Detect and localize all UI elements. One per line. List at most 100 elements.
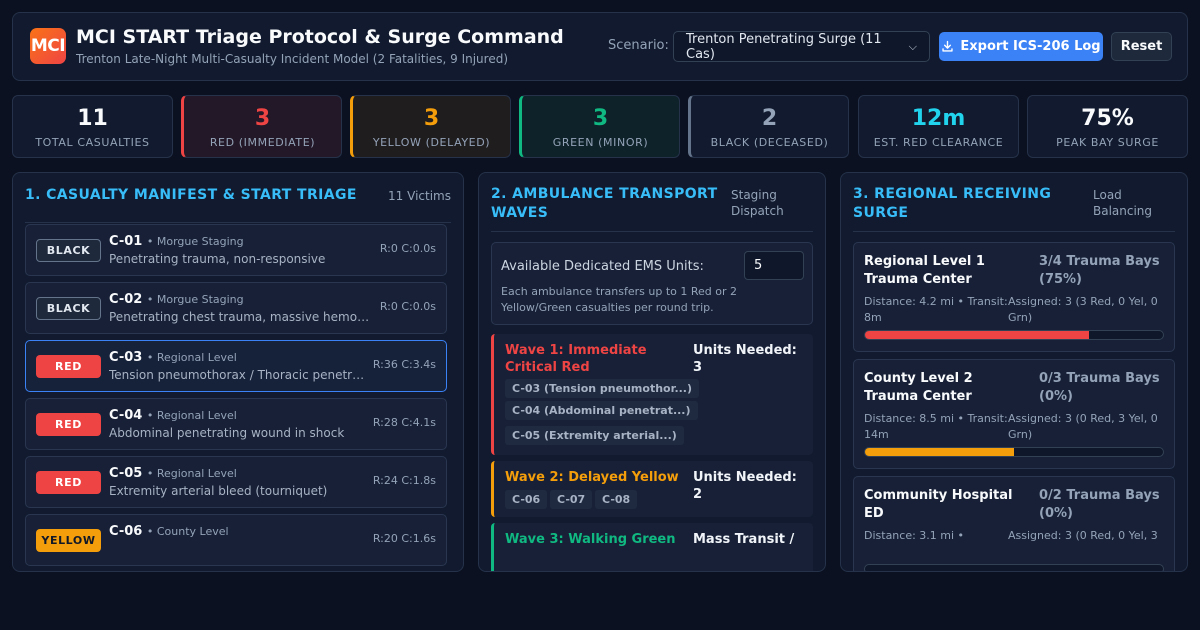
casualty-id: C-02 • Morgue Staging	[109, 292, 244, 307]
stat-label: YELLOW (DELAYED)	[372, 136, 491, 149]
scenario-label: Scenario:	[608, 38, 669, 53]
triage-tag: RED	[36, 413, 101, 436]
export-button-label: Export ICS-206 Log	[960, 39, 1101, 54]
casualty-row[interactable]: YELLOW C-06 • County Level R:20 C:1.6s	[25, 514, 447, 566]
casualty-id: C-04 • Regional Level	[109, 408, 237, 423]
panel-header: 1. CASUALTY MANIFEST & START TRIAGE 11 V…	[25, 183, 451, 223]
facility-name: Community Hospital ED	[864, 488, 1013, 521]
facility-distance: Distance: 3.1 mi •	[864, 529, 965, 542]
panel-header: 2. AMBULANCE TRANSPORT WAVES Staging Dis…	[491, 183, 813, 232]
export-ics206-button[interactable]: Export ICS-206 Log	[939, 32, 1103, 61]
stat-value: 12m	[911, 106, 966, 131]
stat-label: EST. RED CLEARANCE	[873, 136, 1004, 149]
facility-load-bar	[864, 330, 1164, 340]
ambulance-transport-panel: 2. AMBULANCE TRANSPORT WAVES Staging Dis…	[478, 172, 826, 572]
load-bar-fill	[865, 448, 1014, 456]
transport-wave-3: Wave 3: Walking Green Mass Transit /	[491, 523, 813, 571]
stat-total-casualties: 11 TOTAL CASUALTIES	[12, 95, 173, 158]
scenario-select-value: Trenton Penetrating Surge (11 Cas)	[686, 31, 882, 62]
facility-name: Regional Level 1 Trauma Center	[864, 254, 985, 287]
facility-name: County Level 2 Trauma Center	[864, 371, 973, 404]
casualty-vitals: R:28 C:4.1s	[372, 416, 436, 429]
wave-casualty-chip[interactable]: C-08	[595, 490, 638, 509]
facility-assigned: Assigned: 3 (3 Red, 0 Yel, 0 Grn)	[1008, 295, 1158, 324]
casualty-description: Tension pneumothorax / Thoracic penetrat…	[109, 368, 371, 382]
stat-label: RED (IMMEDIATE)	[209, 136, 316, 149]
casualty-vitals: R:24 C:1.8s	[372, 474, 436, 487]
casualty-description: Abdominal penetrating wound in shock	[109, 426, 345, 440]
facility-card[interactable]: County Level 2 Trauma Center 0/3 Trauma …	[853, 359, 1175, 469]
wave-units-needed: Units Needed: 3	[693, 343, 797, 375]
casualty-description: Penetrating trauma, non-responsive	[109, 252, 326, 266]
panel-header: 3. REGIONAL RECEIVING SURGE Load Balanci…	[853, 183, 1175, 232]
victim-count: 11 Victims	[388, 189, 451, 203]
wave-casualty-chip[interactable]: C-05 (Extremity arterial...)	[505, 426, 684, 445]
casualty-vitals: R:20 C:1.6s	[372, 532, 436, 545]
casualty-location: • Regional Level	[146, 409, 237, 422]
stat-value: 3	[592, 106, 609, 131]
app-header: MCI MCI START Triage Protocol & Surge Co…	[12, 12, 1188, 81]
stat-label: PEAK BAY SURGE	[1056, 136, 1159, 149]
regional-surge-panel: 3. REGIONAL RECEIVING SURGE Load Balanci…	[840, 172, 1188, 572]
app-subtitle: Trenton Late-Night Multi-Casualty Incide…	[76, 52, 509, 66]
app-title: MCI START Triage Protocol & Surge Comman…	[76, 26, 564, 48]
casualty-location: • Morgue Staging	[146, 293, 244, 306]
wave-casualty-chip[interactable]: C-06	[505, 490, 548, 509]
casualty-location: • Regional Level	[146, 467, 237, 480]
stat-yellow-delayed: 3 YELLOW (DELAYED)	[350, 95, 511, 158]
wave-casualty-chip[interactable]: C-04 (Abdominal penetrat...)	[505, 401, 698, 420]
wave-name: Wave 1: Immediate Critical Red	[505, 343, 647, 375]
casualty-row-selected[interactable]: RED C-03 • Regional Level Tension pneumo…	[25, 340, 447, 392]
casualty-description: Penetrating chest trauma, massive hemorr…	[109, 310, 371, 324]
panel-title: 2. AMBULANCE TRANSPORT WAVES	[491, 186, 718, 221]
casualty-location: • Regional Level	[146, 351, 237, 364]
facility-load-bar	[864, 447, 1164, 457]
casualty-manifest-panel: 1. CASUALTY MANIFEST & START TRIAGE 11 V…	[12, 172, 464, 572]
wave-name: Wave 3: Walking Green	[505, 532, 676, 547]
facility-assigned: Assigned: 3 (0 Red, 3 Yel, 0 Grn)	[1008, 412, 1158, 441]
triage-tag: RED	[36, 355, 101, 378]
ems-units-input[interactable]: 5	[744, 251, 804, 280]
facility-distance: Distance: 4.2 mi • Transit: 8m	[864, 295, 1008, 324]
casualty-row[interactable]: BLACK C-02 • Morgue Staging Penetrating …	[25, 282, 447, 334]
facility-bays: 0/2 Trauma Bays (0%)	[1039, 488, 1160, 521]
panel-title: 3. REGIONAL RECEIVING SURGE	[853, 186, 1052, 221]
reset-button[interactable]: Reset	[1111, 32, 1172, 61]
ems-units-note: Each ambulance transfers up to 1 Red or …	[501, 285, 737, 314]
triage-tag: RED	[36, 471, 101, 494]
chevron-down-icon: ⌵	[908, 39, 917, 53]
stat-value: 3	[254, 106, 271, 131]
transport-wave-2: Wave 2: Delayed Yellow Units Needed: 2 C…	[491, 461, 813, 517]
facility-load-bar	[864, 564, 1164, 571]
facility-assigned: Assigned: 3 (0 Red, 0 Yel, 3	[1008, 529, 1158, 542]
download-icon	[942, 40, 954, 52]
casualty-row[interactable]: RED C-05 • Regional Level Extremity arte…	[25, 456, 447, 508]
casualty-location: • County Level	[146, 525, 229, 538]
facility-card[interactable]: Community Hospital ED 0/2 Trauma Bays (0…	[853, 476, 1175, 571]
stat-value: 11	[77, 106, 108, 131]
casualty-id: C-01 • Morgue Staging	[109, 234, 244, 249]
casualty-row[interactable]: BLACK C-01 • Morgue Staging Penetrating …	[25, 224, 447, 276]
casualty-location: • Morgue Staging	[146, 235, 244, 248]
casualty-id: C-05 • Regional Level	[109, 466, 237, 481]
scenario-select[interactable]: Trenton Penetrating Surge (11 Cas) ⌵	[673, 31, 930, 62]
triage-tag: BLACK	[36, 297, 101, 320]
load-balancing-label: Load Balancing	[1093, 188, 1153, 218]
facility-bays: 0/3 Trauma Bays (0%)	[1039, 371, 1160, 404]
stat-value: 75%	[1081, 106, 1134, 131]
casualty-vitals: R:0 C:0.0s	[379, 242, 436, 255]
stat-peak-bay-surge: 75% PEAK BAY SURGE	[1027, 95, 1188, 158]
facility-distance: Distance: 8.5 mi • Transit: 14m	[864, 412, 1008, 441]
staging-dispatch-label: Staging Dispatch	[731, 188, 784, 218]
load-bar-fill	[865, 331, 1089, 339]
facility-card[interactable]: Regional Level 1 Trauma Center 3/4 Traum…	[853, 242, 1175, 352]
wave-casualty-chip[interactable]: C-07	[550, 490, 593, 509]
stat-red-clearance: 12m EST. RED CLEARANCE	[858, 95, 1019, 158]
wave-units-needed: Mass Transit /	[693, 532, 795, 547]
transport-wave-1: Wave 1: Immediate Critical Red Units Nee…	[491, 334, 813, 455]
wave-casualty-chip[interactable]: C-03 (Tension pneumothor...)	[505, 379, 700, 398]
facility-bays: 3/4 Trauma Bays (75%)	[1039, 254, 1160, 287]
stat-value: 2	[761, 106, 778, 131]
stat-red-immediate: 3 RED (IMMEDIATE)	[181, 95, 342, 158]
casualty-row[interactable]: RED C-04 • Regional Level Abdominal pene…	[25, 398, 447, 450]
